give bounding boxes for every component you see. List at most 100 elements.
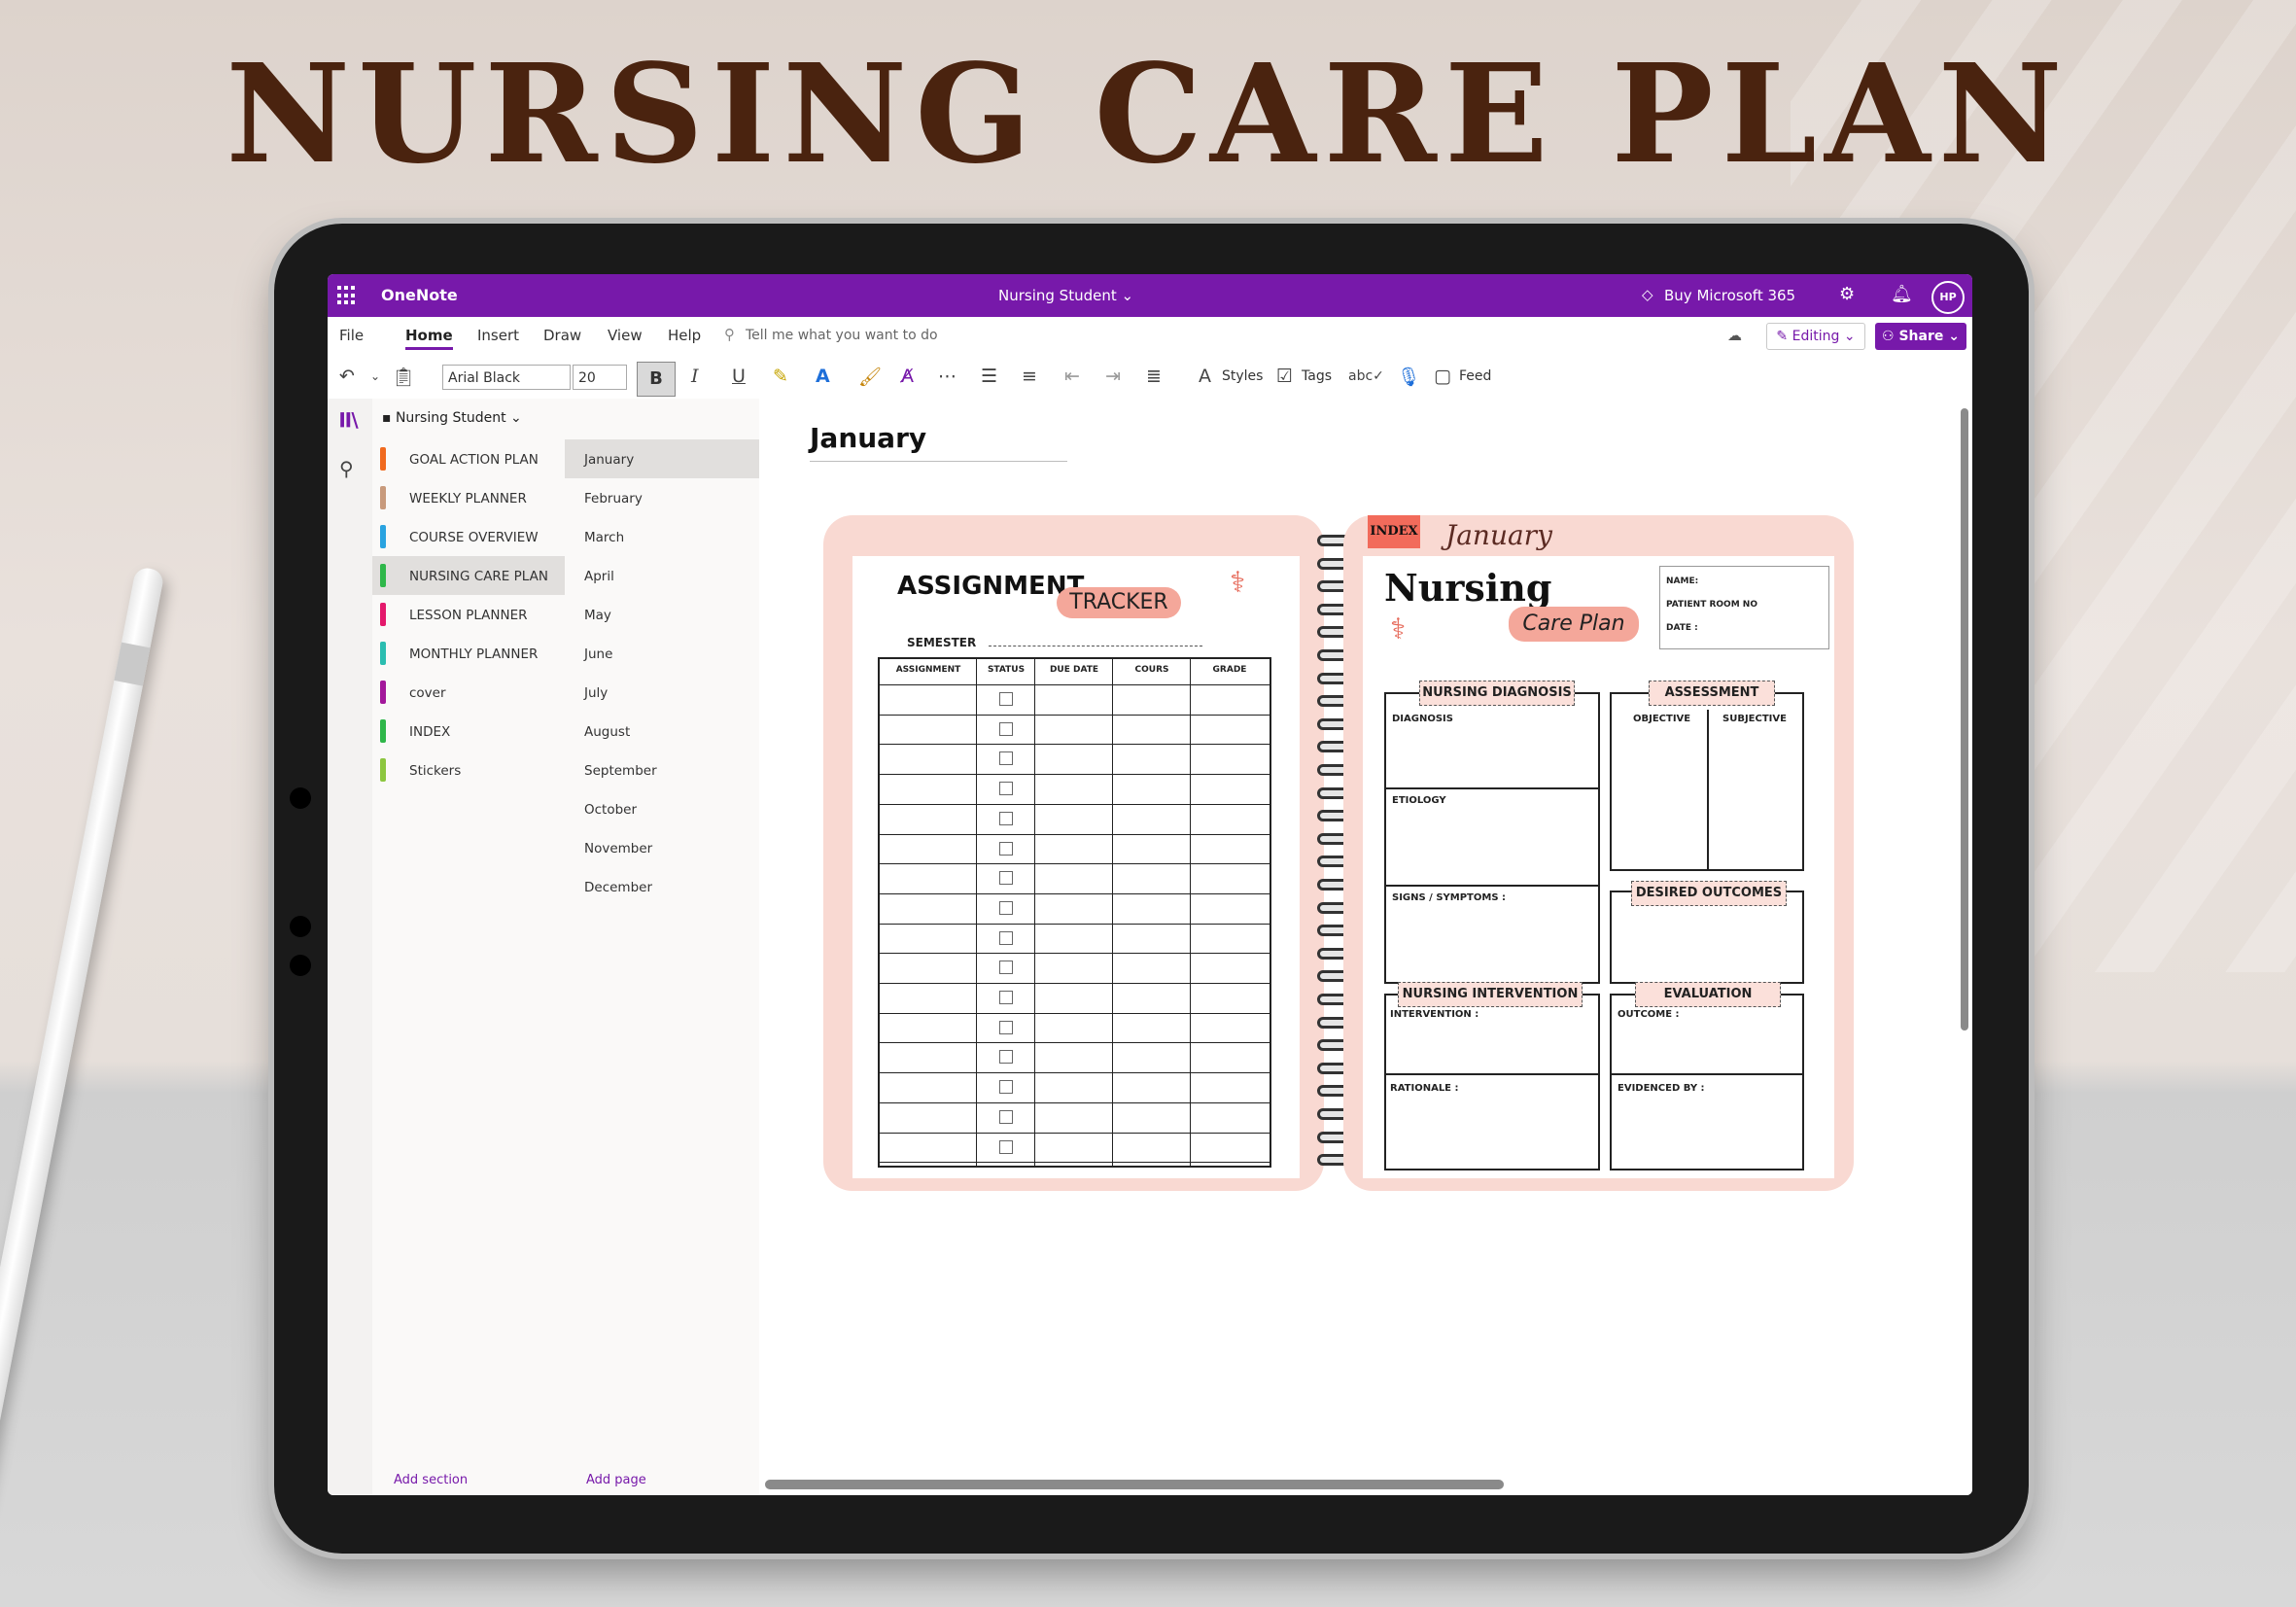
highlighter-icon[interactable]: ✎ [773, 366, 788, 387]
cloud-sync-icon[interactable]: ☁ [1727, 327, 1742, 344]
evidenced-field[interactable]: EVIDENCED BY : [1618, 1083, 1705, 1094]
search-icon[interactable]: ⚲ [339, 457, 354, 480]
buy-microsoft-link[interactable]: Buy Microsoft 365 [1664, 287, 1795, 304]
microphone-icon[interactable]: 🎙︎ [1397, 366, 1420, 388]
status-checkbox[interactable] [999, 692, 1013, 706]
page-item[interactable]: November [565, 828, 759, 867]
tags-button[interactable]: Tags [1302, 368, 1332, 384]
objective-field[interactable]: OBJECTIVE [1633, 714, 1690, 724]
page-item[interactable]: October [565, 789, 759, 828]
indent-icon[interactable]: ⇥ [1105, 366, 1121, 387]
page-item[interactable]: July [565, 673, 759, 712]
tab-file[interactable]: File [339, 327, 364, 344]
status-checkbox[interactable] [999, 841, 1013, 856]
editing-mode-button[interactable]: ✎ Editing ⌄ [1766, 323, 1865, 350]
section-item[interactable]: Stickers [372, 751, 565, 789]
section-item[interactable]: WEEKLY PLANNER [372, 478, 565, 517]
vertical-scrollbar[interactable] [1961, 408, 1968, 1031]
status-checkbox[interactable] [999, 721, 1013, 736]
status-checkbox[interactable] [999, 900, 1013, 915]
status-checkbox[interactable] [999, 1050, 1013, 1065]
rationale-field[interactable]: RATIONALE : [1390, 1083, 1459, 1094]
signs-field[interactable]: SIGNS / SYMPTOMS : [1392, 892, 1506, 903]
clear-format-icon[interactable]: A̸ [901, 366, 914, 387]
outdent-icon[interactable]: ⇤ [1064, 366, 1080, 387]
etiology-field[interactable]: ETIOLOGY [1392, 795, 1446, 806]
tab-help[interactable]: Help [668, 327, 701, 344]
status-checkbox[interactable] [999, 1020, 1013, 1034]
add-section-button[interactable]: Add section [394, 1473, 468, 1487]
styles-button[interactable]: Styles [1222, 368, 1263, 384]
page-title[interactable]: January [810, 422, 926, 454]
bullets-icon[interactable]: ☰ [981, 366, 997, 387]
section-item[interactable]: cover [372, 673, 565, 712]
font-size-select[interactable]: 20 [573, 365, 627, 390]
more-icon[interactable]: ⋯ [938, 366, 957, 387]
room-field[interactable]: PATIENT ROOM NO [1666, 600, 1757, 610]
page-item[interactable]: May [565, 595, 759, 634]
page-item[interactable]: September [565, 751, 759, 789]
status-checkbox[interactable] [999, 1109, 1013, 1124]
status-checkbox[interactable] [999, 1080, 1013, 1095]
clipboard-icon[interactable]: 📋︎ [392, 366, 415, 388]
tab-insert[interactable]: Insert [477, 327, 519, 344]
spelling-icon[interactable]: abc✓ [1348, 368, 1384, 384]
status-checkbox[interactable] [999, 811, 1013, 825]
styles-icon[interactable]: A [1199, 366, 1211, 387]
font-color-icon[interactable]: A [816, 366, 830, 387]
tab-home[interactable]: Home [405, 327, 453, 350]
avatar[interactable]: HP [1931, 281, 1965, 314]
chevron-down-icon[interactable]: ⌄ [370, 369, 380, 383]
intervention-field[interactable]: INTERVENTION : [1390, 1009, 1478, 1020]
date-field[interactable]: DATE : [1666, 623, 1698, 633]
page-item[interactable]: April [565, 556, 759, 595]
page-canvas[interactable]: January ASSIGNMENT TRACKER ⚕ SEMESTER AS… [759, 399, 1972, 1495]
section-item[interactable]: COURSE OVERVIEW [372, 517, 565, 556]
document-name[interactable]: Nursing Student ⌄ [998, 287, 1133, 304]
outcome-field[interactable]: OUTCOME : [1618, 1009, 1680, 1020]
font-name-select[interactable]: Arial Black [442, 365, 571, 390]
bold-button[interactable]: B [637, 362, 676, 397]
section-item[interactable]: NURSING CARE PLAN [372, 556, 565, 595]
tab-view[interactable]: View [608, 327, 643, 344]
status-checkbox[interactable] [999, 961, 1013, 975]
horizontal-scrollbar[interactable] [765, 1480, 1504, 1489]
status-checkbox[interactable] [999, 930, 1013, 945]
format-painter-icon[interactable]: 🖌︎ [858, 366, 882, 388]
bell-icon[interactable]: 🔔︎ [1891, 284, 1913, 304]
page-item[interactable]: March [565, 517, 759, 556]
page-item[interactable]: January [565, 439, 759, 478]
section-item[interactable]: MONTHLY PLANNER [372, 634, 565, 673]
tab-draw[interactable]: Draw [543, 327, 581, 344]
underline-button[interactable]: U [732, 366, 746, 387]
page-item[interactable]: June [565, 634, 759, 673]
tag-icon[interactable]: ☑ [1276, 366, 1293, 387]
notebooks-icon[interactable]: 𝐈𝐈\ [339, 408, 359, 432]
section-item[interactable]: GOAL ACTION PLAN [372, 439, 565, 478]
numbering-icon[interactable]: ≡ [1022, 366, 1037, 387]
status-checkbox[interactable] [999, 871, 1013, 886]
gear-icon[interactable]: ⚙ [1839, 284, 1855, 304]
section-item[interactable]: LESSON PLANNER [372, 595, 565, 634]
index-tab[interactable]: INDEX [1368, 515, 1420, 548]
add-page-button[interactable]: Add page [586, 1473, 646, 1487]
status-checkbox[interactable] [999, 751, 1013, 766]
name-field[interactable]: NAME: [1666, 576, 1698, 586]
page-item[interactable]: February [565, 478, 759, 517]
tell-me-search[interactable]: Tell me what you want to do [746, 328, 938, 343]
page-item[interactable]: December [565, 867, 759, 906]
undo-icon[interactable]: ↶ [339, 366, 355, 387]
subjective-field[interactable]: SUBJECTIVE [1722, 714, 1787, 724]
share-button[interactable]: ⚇ Share ⌄ [1875, 323, 1966, 350]
section-item[interactable]: INDEX [372, 712, 565, 751]
italic-button[interactable]: I [691, 366, 699, 387]
app-launcher-icon[interactable] [337, 286, 357, 305]
feed-icon[interactable]: ▢ [1434, 366, 1451, 387]
status-checkbox[interactable] [999, 782, 1013, 796]
align-icon[interactable]: ≣ [1146, 366, 1162, 387]
app-name[interactable]: OneNote [381, 286, 458, 304]
feed-button[interactable]: Feed [1459, 368, 1491, 384]
diagnosis-field[interactable]: DIAGNOSIS [1392, 714, 1453, 724]
status-checkbox[interactable] [999, 1139, 1013, 1154]
page-item[interactable]: August [565, 712, 759, 751]
